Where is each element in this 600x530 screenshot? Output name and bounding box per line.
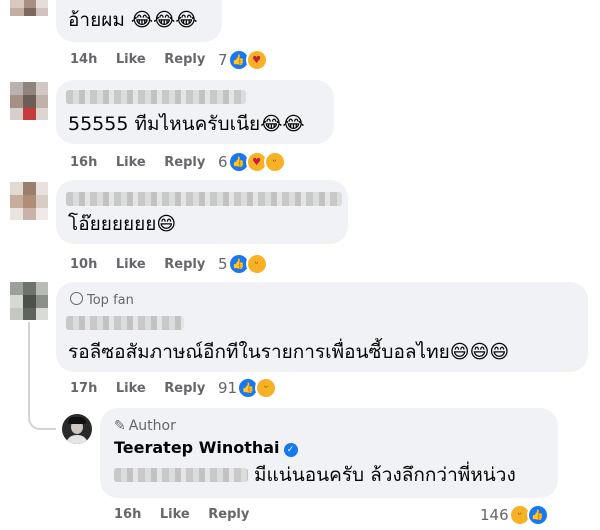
comment-actions: 16h Like Reply: [70, 155, 219, 170]
like-button[interactable]: Like: [160, 507, 190, 522]
reply-button[interactable]: Reply: [164, 381, 205, 396]
top-fan-label: Top fan: [87, 293, 134, 308]
comment-actions: 10h Like Reply: [70, 257, 219, 272]
reaction-summary[interactable]: 6 👍 ♥ ᵕ: [218, 151, 286, 173]
reaction-summary[interactable]: 5 👍 ᵕ: [218, 253, 268, 275]
top-fan-badge: Top fan: [70, 292, 134, 308]
haha-icon: ᵕ: [255, 377, 278, 399]
verified-badge-icon: ✓: [283, 443, 298, 457]
reaction-count: 5: [218, 255, 228, 273]
pencil-icon: ✎: [114, 418, 126, 434]
comment-text: 55555 ทีมไหนครับเนีย😂😂: [68, 113, 305, 135]
author-name-blurred[interactable]: [66, 192, 342, 206]
author-name[interactable]: Teeratep Winothai ✓: [114, 438, 298, 457]
commenter-avatar[interactable]: [10, 0, 48, 16]
reply-button[interactable]: Reply: [164, 52, 205, 67]
reaction-summary[interactable]: 7 👍 ♥: [218, 49, 268, 71]
mention-blurred[interactable]: [114, 468, 248, 482]
comment-text: อ้ายผม 😂😂😂: [68, 9, 198, 31]
commenter-avatar[interactable]: [10, 182, 48, 220]
comment-actions: 14h Like Reply: [70, 52, 219, 67]
comment-time[interactable]: 10h: [70, 257, 97, 272]
author-avatar[interactable]: [62, 414, 92, 444]
like-button[interactable]: Like: [116, 52, 146, 67]
author-name-blurred[interactable]: [66, 316, 184, 330]
reply-actions: 16h Like Reply: [114, 507, 263, 522]
author-label: Author: [128, 418, 176, 434]
author-badge: ✎ Author: [114, 418, 176, 434]
reaction-count: 6: [218, 153, 228, 171]
comment-text: รอลีซอสัมภาษณ์อีกทีในรายการเพื่อนซี้บอลไ…: [68, 341, 510, 363]
reaction-count: 7: [218, 51, 228, 69]
haha-icon: ᵕ: [263, 151, 286, 173]
reply-time[interactable]: 16h: [114, 507, 141, 522]
like-button[interactable]: Like: [116, 155, 146, 170]
like-icon: 👍: [526, 504, 549, 526]
reply-button[interactable]: Reply: [164, 155, 205, 170]
comment-time[interactable]: 14h: [70, 52, 97, 67]
reaction-summary[interactable]: 146 ᵕ 👍: [480, 504, 549, 526]
comment-actions: 17h Like Reply: [70, 381, 219, 396]
haha-icon: ᵕ: [245, 253, 268, 275]
thread-connector: [28, 322, 56, 430]
comment-time[interactable]: 17h: [70, 381, 97, 396]
author-name-blurred[interactable]: [66, 90, 246, 104]
reply-button[interactable]: Reply: [164, 257, 205, 272]
commenter-avatar[interactable]: [10, 82, 48, 120]
reply-text: มีแน่นอนครับ ล้วงลึกกว่าพี่หน่วง: [254, 464, 516, 486]
commenter-avatar[interactable]: [10, 282, 48, 320]
reply-button[interactable]: Reply: [208, 507, 249, 522]
comment-text: โอ๊ยยยยยย😄: [68, 213, 177, 235]
comment-time[interactable]: 16h: [70, 155, 97, 170]
reaction-count: 91: [218, 379, 238, 397]
reaction-summary[interactable]: 91 👍 ᵕ: [218, 377, 278, 399]
reaction-count: 146: [480, 506, 509, 524]
like-button[interactable]: Like: [116, 381, 146, 396]
care-icon: ♥: [245, 49, 268, 71]
globe-icon: [70, 292, 83, 305]
author-name-text: Teeratep Winothai: [114, 438, 280, 457]
like-button[interactable]: Like: [116, 257, 146, 272]
